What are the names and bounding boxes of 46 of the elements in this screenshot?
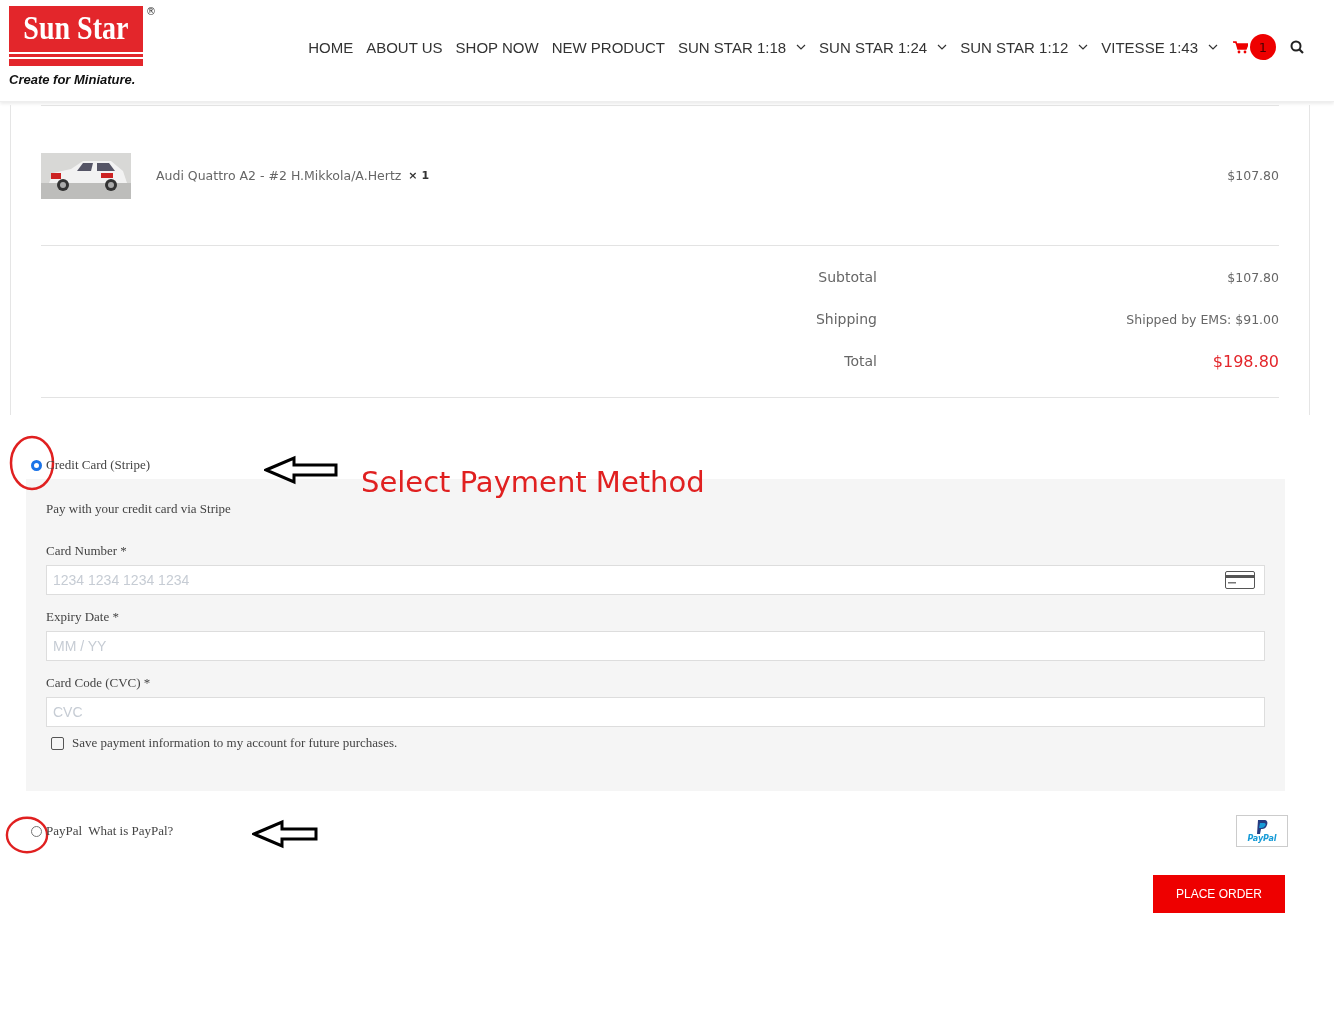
total-label: Subtotal (817, 269, 877, 285)
payment-method-label: PayPal (46, 823, 83, 839)
annotation-text: Select Payment Method (361, 465, 705, 499)
radio-button[interactable] (31, 825, 42, 837)
cart-icon[interactable] (1233, 40, 1248, 54)
input-field[interactable]: 1234 1234 1234 1234 (46, 565, 1265, 595)
brand-name: Sun Star (23, 9, 129, 48)
field-label: Card Code (CVC) * (46, 675, 151, 691)
total-value: $198.80 (1212, 351, 1279, 371)
field-label: Card Number * (46, 543, 127, 559)
credit-card-icon (1225, 571, 1255, 589)
nav-link[interactable]: HOME (308, 38, 354, 56)
logo-tagline: Create for Miniature. (9, 72, 137, 87)
chevron-down-icon (796, 44, 807, 50)
checkbox[interactable] (51, 736, 64, 750)
paypal-logo: PayPal (1236, 815, 1288, 847)
field-label: Expiry Date * (46, 609, 119, 625)
search-icon[interactable] (1290, 40, 1304, 54)
product-quantity: × 1 (408, 169, 430, 182)
nav-link[interactable]: NEW PRODUCT (551, 38, 665, 56)
nav-link[interactable]: SUN STAR 1:24 (819, 38, 948, 56)
nav-link[interactable]: ABOUT US (366, 38, 443, 56)
payment-description: Pay with your credit card via Stripe (46, 501, 231, 517)
save-payment-label: Save payment information to my account for future purchases. (72, 735, 398, 751)
total-label: Total (843, 353, 877, 369)
nav-link[interactable]: SUN STAR 1:18 (678, 38, 807, 56)
chevron-down-icon (937, 44, 948, 50)
logo-banner[interactable]: Sun Star (9, 6, 143, 66)
arrow-annotation (252, 819, 318, 849)
chevron-down-icon (1208, 44, 1218, 50)
total-value: $107.80 (1227, 269, 1279, 285)
place-order-button[interactable]: PLACE ORDER (1153, 875, 1285, 913)
nav-link[interactable]: SUN STAR 1:12 (960, 38, 1089, 56)
total-label: Shipping (814, 311, 877, 327)
input-field[interactable]: MM / YY (46, 631, 1265, 661)
what-is-paypal-link[interactable]: What is PayPal? (88, 823, 174, 839)
total-value: Shipped by EMS: $91.00 (1126, 311, 1279, 327)
nav-link[interactable]: SHOP NOW (455, 38, 539, 56)
registered-mark: ® (146, 6, 156, 17)
nav-link[interactable]: VITESSE 1:43 (1101, 38, 1218, 56)
chevron-down-icon (1078, 44, 1089, 50)
input-field[interactable]: CVC (46, 697, 1265, 727)
cart-count-badge: 1 (1250, 34, 1276, 60)
product-name: Audi Quattro A2 - #2 H.Mikkola/A.Hertz (156, 168, 402, 183)
product-price: $107.80 (1227, 168, 1279, 183)
radio-button[interactable] (31, 459, 42, 471)
